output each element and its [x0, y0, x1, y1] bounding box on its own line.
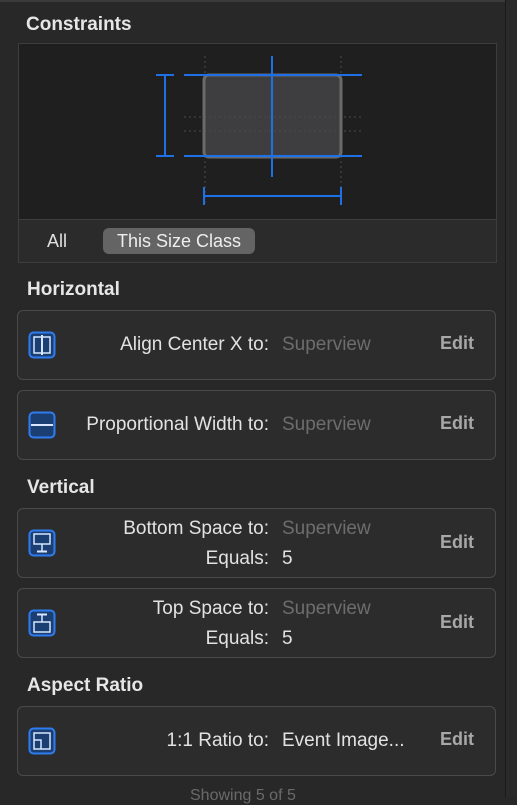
bottom-space-label: Bottom Space to: [123, 518, 269, 539]
constraint-diagram[interactable] [18, 43, 497, 219]
top-space-icon [28, 609, 56, 637]
bottom-space-equals-value: 5 [282, 548, 293, 569]
top-space-edit-button[interactable]: Edit [440, 612, 474, 633]
aspect-ratio-value: Event Image... [282, 730, 405, 751]
bottom-space-edit-button[interactable]: Edit [440, 532, 474, 553]
section-aspect-ratio: Aspect Ratio [27, 675, 144, 696]
tab-this-size-class[interactable]: This Size Class [103, 228, 256, 254]
top-space-equals-value: 5 [282, 628, 293, 649]
constraint-aspect-ratio[interactable]: 1:1 Ratio to: Event Image... Edit [17, 706, 496, 776]
proportional-width-label: Proportional Width to: [86, 414, 269, 435]
constraint-align-center-x[interactable]: Align Center X to: Superview Edit [17, 310, 496, 380]
aspect-ratio-icon [28, 727, 56, 755]
constraint-count-footer: Showing 5 of 5 [190, 787, 296, 804]
proportional-width-icon [28, 411, 56, 439]
tab-all[interactable]: All [47, 228, 67, 254]
top-space-value: Superview [282, 598, 371, 619]
top-space-equals-label: Equals: [205, 628, 269, 649]
align-center-x-icon [28, 331, 56, 359]
constraint-diagram-graphic [156, 56, 364, 205]
align-center-x-value: Superview [282, 334, 371, 355]
constraint-top-space[interactable]: Top Space to: Superview Equals: 5 Edit [17, 588, 496, 658]
section-vertical: Vertical [27, 477, 95, 498]
bottom-space-equals-label: Equals: [205, 548, 269, 569]
constraints-title: Constraints [26, 14, 132, 35]
top-divider [0, 0, 505, 2]
side-gutter [506, 0, 517, 797]
bottom-space-value: Superview [282, 518, 371, 539]
top-space-label: Top Space to: [152, 598, 269, 619]
section-horizontal: Horizontal [27, 279, 120, 300]
size-class-tabs: All This Size Class [18, 219, 497, 263]
constraint-bottom-space[interactable]: Bottom Space to: Superview Equals: 5 Edi… [17, 508, 496, 578]
aspect-ratio-label: 1:1 Ratio to: [166, 730, 269, 751]
align-center-x-label: Align Center X to: [120, 334, 269, 355]
constraint-proportional-width[interactable]: Proportional Width to: Superview Edit [17, 390, 496, 460]
proportional-width-value: Superview [282, 414, 371, 435]
proportional-width-edit-button[interactable]: Edit [440, 413, 474, 434]
align-center-x-edit-button[interactable]: Edit [440, 333, 474, 354]
aspect-ratio-edit-button[interactable]: Edit [440, 729, 474, 750]
bottom-space-icon [28, 529, 56, 557]
